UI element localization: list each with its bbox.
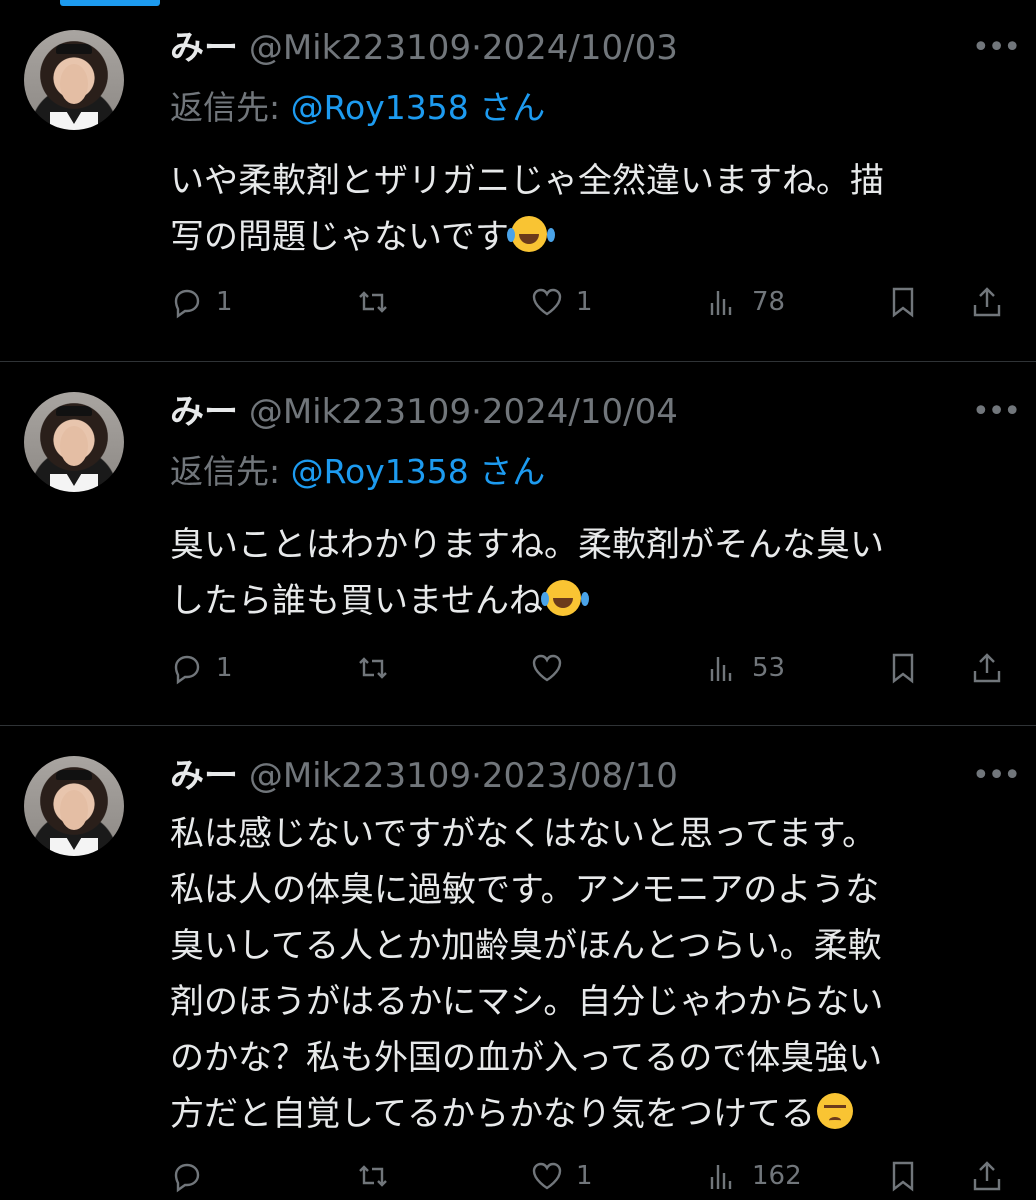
tweet-line: 剤のほうがはるかにマシ。自分じゃわからない (170, 982, 884, 1022)
more-dots-icon[interactable]: ••• (972, 33, 1021, 63)
tweet-header: みー @Mik223109·2023/08/10 (170, 756, 678, 796)
avatar[interactable] (24, 756, 124, 856)
tweet-actions: 1 1 78 (170, 282, 1010, 322)
tweet-actions: 1 162 (170, 1156, 1010, 1196)
tweet-line: 臭いことはわかりますね。柔軟剤がそんな臭い (170, 525, 884, 565)
reply-icon (174, 1163, 200, 1193)
reply-suffix: さん (468, 88, 546, 127)
user-handle[interactable]: @Mik223109 (249, 392, 471, 432)
tweet[interactable]: みー @Mik223109·2023/08/10 ••• 私は感じないですがなく… (0, 726, 1036, 1200)
tweet-header: みー @Mik223109·2024/10/03 (170, 28, 678, 68)
tweet-line: したら誰も買いませんね (170, 573, 1010, 629)
reply-button[interactable]: 1 (170, 282, 233, 322)
separator-dot: · (471, 392, 482, 432)
tweet-text: 臭いことはわかりますね。柔軟剤がそんな臭い したら誰も買いませんね (170, 517, 1010, 629)
display-name[interactable]: みー (170, 28, 238, 68)
reply-prefix: 返信先: (170, 88, 291, 127)
like-button[interactable]: 1 (530, 1156, 593, 1196)
reply-prefix: 返信先: (170, 452, 291, 491)
tweet-date[interactable]: 2024/10/04 (482, 392, 678, 432)
views-chart-icon (710, 657, 732, 681)
tweet-date[interactable]: 2024/10/03 (482, 28, 678, 68)
bookmark-button[interactable] (886, 282, 920, 322)
heart-icon (532, 288, 562, 316)
retweet-icon (359, 657, 387, 679)
like-button[interactable]: 1 (530, 282, 593, 322)
separator-dot: · (471, 756, 482, 796)
more-dots-icon[interactable]: ••• (972, 397, 1021, 427)
avatar[interactable] (24, 30, 124, 130)
reply-icon (174, 655, 200, 685)
pensive-face-icon (816, 1093, 853, 1129)
bookmark-icon (892, 1161, 914, 1192)
views-button[interactable]: 53 (706, 648, 785, 688)
views-chart-icon (710, 291, 732, 315)
tweet-line: 私は感じないですがなくはないと思ってます。 (170, 814, 877, 854)
like-count: 1 (576, 287, 593, 317)
more-dots-icon[interactable]: ••• (972, 761, 1021, 791)
share-icon (973, 653, 1001, 683)
reply-context: 返信先: @Roy1358 さん (170, 88, 545, 128)
separator-dot: · (471, 28, 482, 68)
retweet-icon (359, 291, 387, 313)
views-button[interactable]: 78 (706, 282, 785, 322)
tweet-line: 私は人の体臭に過敏です。アンモニアのような (170, 870, 880, 910)
retweet-icon (359, 1165, 387, 1187)
tweet-line: 写の問題じゃないです (170, 209, 1010, 265)
view-count: 162 (752, 1161, 802, 1191)
user-handle[interactable]: @Mik223109 (249, 756, 471, 796)
tweet-header: みー @Mik223109·2024/10/04 (170, 392, 678, 432)
reply-count: 1 (216, 653, 233, 683)
tweet-line: いや柔軟剤とザリガニじゃ全然違いますね。描 (170, 161, 884, 201)
like-button[interactable] (530, 648, 576, 688)
tweet[interactable]: みー @Mik223109·2024/10/04 ••• 返信先: @Roy13… (0, 362, 1036, 726)
face-with-tears-of-joy-icon (506, 216, 547, 252)
retweet-button[interactable] (356, 1156, 402, 1196)
share-button[interactable] (970, 648, 1004, 688)
reply-to-handle[interactable]: @Roy1358 (291, 88, 469, 127)
tweet-text: 私は感じないですがなくはないと思ってます。 私は人の体臭に過敏です。アンモニアの… (170, 806, 1010, 1142)
display-name[interactable]: みー (170, 756, 238, 796)
tweet-date[interactable]: 2023/08/10 (482, 756, 678, 796)
share-button[interactable] (970, 282, 1004, 322)
tweet-line: 方だと自覚してるからかなり気をつけてる (170, 1086, 1010, 1142)
heart-icon (532, 1162, 562, 1190)
tweet-text: いや柔軟剤とザリガニじゃ全然違いますね。描 写の問題じゃないです (170, 153, 1010, 265)
tweet-line: のかな？私も外国の血が入ってるので体臭強い (170, 1038, 883, 1078)
reply-icon (174, 289, 200, 319)
views-button[interactable]: 162 (706, 1156, 802, 1196)
tweet[interactable]: みー @Mik223109·2024/10/03 ••• 返信先: @Roy13… (0, 0, 1036, 362)
reply-button[interactable] (170, 1156, 216, 1196)
reply-suffix: さん (468, 452, 546, 491)
tweet-actions: 1 53 (170, 648, 1010, 688)
reply-context: 返信先: @Roy1358 さん (170, 452, 545, 492)
bookmark-icon (892, 653, 914, 684)
views-chart-icon (710, 1165, 732, 1189)
display-name[interactable]: みー (170, 392, 238, 432)
tweet-line: 臭いしてる人とか加齢臭がほんとつらい。柔軟 (170, 926, 882, 966)
reply-to-handle[interactable]: @Roy1358 (291, 452, 469, 491)
user-handle[interactable]: @Mik223109 (249, 28, 471, 68)
view-count: 78 (752, 287, 786, 317)
share-button[interactable] (970, 1156, 1004, 1196)
share-icon (973, 287, 1001, 317)
bookmark-icon (892, 287, 914, 318)
retweet-button[interactable] (356, 648, 402, 688)
share-icon (973, 1161, 1001, 1191)
avatar[interactable] (24, 392, 124, 492)
reply-button[interactable]: 1 (170, 648, 233, 688)
retweet-button[interactable] (356, 282, 402, 322)
face-with-tears-of-joy-icon (540, 580, 581, 616)
like-count: 1 (576, 1161, 593, 1191)
view-count: 53 (752, 653, 786, 683)
reply-count: 1 (216, 287, 233, 317)
bookmark-button[interactable] (886, 1156, 920, 1196)
heart-icon (532, 654, 562, 682)
bookmark-button[interactable] (886, 648, 920, 688)
